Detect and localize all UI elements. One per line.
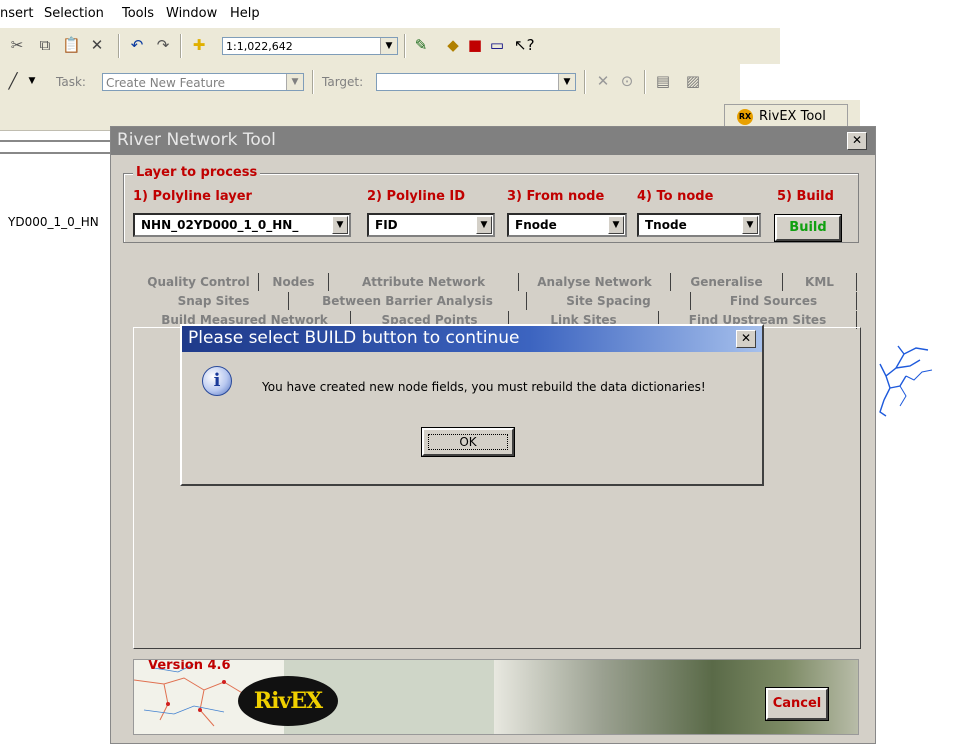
to-node-select[interactable]: Tnode ▼ xyxy=(637,213,761,237)
tab-snap-sites[interactable]: Snap Sites xyxy=(139,292,289,310)
toolbar-separator xyxy=(312,70,314,94)
toolbar-separator xyxy=(118,34,120,58)
message-text: You have created new node fields, you mu… xyxy=(262,380,706,394)
rivex-tool-label: RivEX Tool xyxy=(759,109,826,124)
add-data-icon[interactable]: ✚ xyxy=(190,36,208,54)
dialog-title: River Network Tool xyxy=(117,130,276,150)
task-combo[interactable]: Create New Feature ▼ xyxy=(102,73,304,91)
toolbar-separator xyxy=(180,34,182,58)
build-message-box: Please select BUILD button to continue ✕… xyxy=(180,324,764,486)
cut-icon[interactable]: ✂ xyxy=(8,36,26,54)
close-icon[interactable]: ✕ xyxy=(736,330,756,348)
standard-toolbar: ✂ ⧉ 📋 ✕ ↶ ↷ ✚ 1:1,022,642 ▼ ✎ ◆ ■ ▭ ↖? xyxy=(0,28,780,65)
tab-quality-control[interactable]: Quality Control xyxy=(139,273,259,291)
tab-site-spacing[interactable]: Site Spacing xyxy=(527,292,691,310)
polyline-id-select[interactable]: FID ▼ xyxy=(367,213,495,237)
chevron-down-icon[interactable]: ▼ xyxy=(476,216,492,234)
toolbar-separator xyxy=(644,70,646,94)
rivex-tool-button[interactable]: RX RivEX Tool xyxy=(724,104,848,128)
polyline-id-label: 2) Polyline ID xyxy=(367,189,466,204)
rivex-banner: Version 4.6 RivEX Cancel xyxy=(133,659,859,735)
info-icon: i xyxy=(202,366,232,396)
group-title: Layer to process xyxy=(133,165,261,180)
message-title-bar[interactable]: Please select BUILD button to continue ✕ xyxy=(182,326,762,352)
map-scale-combo[interactable]: 1:1,022,642 ▼ xyxy=(222,37,398,55)
polyline-id-value: FID xyxy=(375,218,398,232)
menu-help[interactable]: Help xyxy=(230,6,260,21)
build-label: 5) Build xyxy=(777,189,834,204)
chevron-down-icon[interactable]: ▼ xyxy=(332,216,348,234)
editor-toolbar: ╱ ▼ Task: Create New Feature ▼ Target: ▼… xyxy=(0,64,740,100)
tab-between-barrier-analysis[interactable]: Between Barrier Analysis xyxy=(289,292,527,310)
redo-icon[interactable]: ↷ xyxy=(154,36,172,54)
delete-icon[interactable]: ✕ xyxy=(88,36,106,54)
attributes-icon[interactable]: ▤ xyxy=(654,72,672,90)
tab-kml[interactable]: KML xyxy=(783,273,857,291)
from-node-select[interactable]: Fnode ▼ xyxy=(507,213,627,237)
menu-insert[interactable]: nsert xyxy=(0,6,33,21)
tab-analyse-network[interactable]: Analyse Network xyxy=(519,273,671,291)
editor-toolbar-icon[interactable]: ✎ xyxy=(412,36,430,54)
target-label: Target: xyxy=(322,75,364,89)
undo-icon[interactable]: ↶ xyxy=(128,36,146,54)
rivex-logo: RivEX xyxy=(238,676,338,726)
split-tool-icon[interactable]: ✕ xyxy=(594,72,612,90)
target-combo[interactable]: ▼ xyxy=(376,73,576,91)
from-node-label: 3) From node xyxy=(507,189,605,204)
menu-tools[interactable]: Tools xyxy=(122,6,154,21)
version-label: Version 4.6 xyxy=(148,659,231,673)
whats-this-icon[interactable]: ↖? xyxy=(514,36,535,54)
build-button[interactable]: Build xyxy=(774,214,842,242)
rivex-badge-icon: RX xyxy=(737,109,753,125)
menu-bar: nsert Selection Tools Window Help xyxy=(0,0,956,28)
chevron-down-icon[interactable]: ▼ xyxy=(286,74,303,90)
dialog-title-bar[interactable]: River Network Tool ✕ xyxy=(111,127,875,155)
from-node-value: Fnode xyxy=(515,218,557,232)
polyline-layer-label: 1) Polyline layer xyxy=(133,189,252,204)
focus-rectangle xyxy=(428,434,508,450)
toolbar-separator xyxy=(404,34,406,58)
sketch-tool-icon[interactable]: ╱ xyxy=(4,72,22,90)
close-icon[interactable]: ✕ xyxy=(847,132,867,150)
to-node-value: Tnode xyxy=(645,218,687,232)
polyline-layer-select[interactable]: NHN_02YD000_1_0_HN_ ▼ xyxy=(133,213,351,237)
menu-selection[interactable]: Selection xyxy=(44,6,104,21)
chevron-down-icon[interactable]: ▼ xyxy=(608,216,624,234)
menu-window[interactable]: Window xyxy=(166,6,217,21)
task-label: Task: xyxy=(56,75,86,89)
tab-generalise[interactable]: Generalise xyxy=(671,273,783,291)
toolbar-separator xyxy=(584,70,586,94)
ok-button[interactable]: OK xyxy=(421,427,515,457)
tab-attribute-network[interactable]: Attribute Network xyxy=(329,273,519,291)
toc-divider xyxy=(0,140,110,154)
tab-find-sources[interactable]: Find Sources xyxy=(691,292,857,310)
map-scale-value: 1:1,022,642 xyxy=(226,40,293,53)
paste-icon[interactable]: 📋 xyxy=(62,36,81,54)
tab-nodes[interactable]: Nodes xyxy=(259,273,329,291)
cancel-button[interactable]: Cancel xyxy=(765,687,829,721)
chevron-down-icon[interactable]: ▼ xyxy=(742,216,758,234)
message-title: Please select BUILD button to continue xyxy=(188,328,520,348)
sketch-properties-icon[interactable]: ▨ xyxy=(684,72,702,90)
task-value: Create New Feature xyxy=(106,76,226,90)
chevron-down-icon[interactable]: ▼ xyxy=(26,72,38,90)
copy-icon[interactable]: ⧉ xyxy=(36,36,54,54)
toc-layer-name[interactable]: YD000_1_0_HN xyxy=(8,215,99,229)
rotate-tool-icon[interactable]: ⊙ xyxy=(618,72,636,90)
map-river-network xyxy=(879,345,933,417)
arctoolbox-icon[interactable]: ■ xyxy=(466,36,484,54)
chevron-down-icon[interactable]: ▼ xyxy=(558,74,575,90)
arccatalog-icon[interactable]: ◆ xyxy=(444,36,462,54)
command-line-icon[interactable]: ▭ xyxy=(488,36,506,54)
polyline-layer-value: NHN_02YD000_1_0_HN_ xyxy=(141,218,299,232)
chevron-down-icon[interactable]: ▼ xyxy=(380,38,397,54)
to-node-label: 4) To node xyxy=(637,189,714,204)
